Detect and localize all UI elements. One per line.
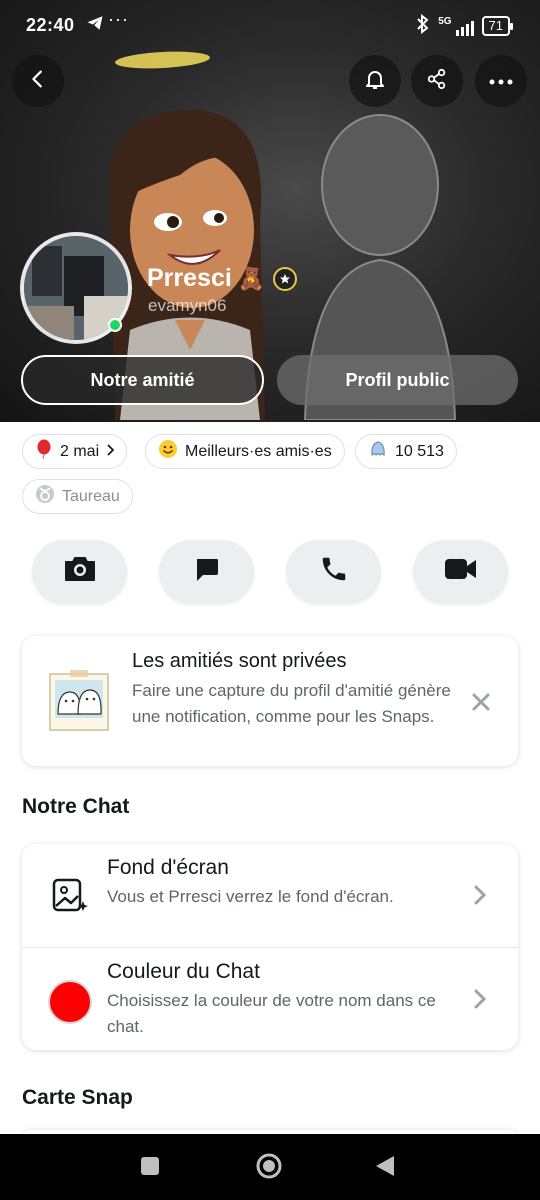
chat-button[interactable] bbox=[159, 540, 254, 603]
chat-bubble-icon bbox=[193, 555, 221, 588]
wallpaper-description: Vous et Prresci verrez le fond d'écran. bbox=[107, 887, 394, 906]
privacy-title: Les amitiés sont privées bbox=[132, 650, 347, 672]
wallpaper-icon bbox=[48, 874, 92, 918]
snap-map-section-title: Carte Snap bbox=[22, 1086, 133, 1109]
chat-color-title: Couleur du Chat bbox=[107, 960, 260, 983]
taurus-icon bbox=[35, 484, 55, 509]
video-call-button[interactable] bbox=[413, 540, 508, 603]
halo-decoration bbox=[114, 49, 211, 71]
chevron-left-icon bbox=[27, 68, 49, 95]
wallpaper-row[interactable]: Fond d'écran Vous et Prresci verrez le f… bbox=[22, 844, 518, 947]
phone-icon bbox=[319, 554, 349, 589]
bluetooth-icon bbox=[416, 13, 430, 37]
notification-more: ··· bbox=[108, 9, 129, 29]
snapscore-chip[interactable]: 10 513 bbox=[355, 434, 457, 469]
home-button[interactable] bbox=[255, 1152, 283, 1185]
chevron-right-icon bbox=[472, 988, 488, 1010]
back-nav-button[interactable] bbox=[374, 1154, 396, 1183]
more-options-button[interactable] bbox=[475, 55, 527, 107]
signal-icon: 5G bbox=[438, 15, 474, 36]
back-button[interactable] bbox=[12, 55, 64, 107]
snapscore-text: 10 513 bbox=[395, 442, 444, 460]
best-friends-text: Meilleurs·es amis·es bbox=[185, 442, 332, 460]
status-bar: 22:40 ··· 5G 71 bbox=[0, 0, 540, 50]
birthday-text: 2 mai bbox=[60, 442, 100, 460]
ellipsis-icon bbox=[489, 72, 513, 90]
chat-color-swatch bbox=[48, 980, 92, 1024]
balloon-icon bbox=[35, 439, 53, 464]
ghost-icon bbox=[368, 439, 388, 464]
best-friends-chip[interactable]: Meilleurs·es amis·es bbox=[145, 434, 345, 469]
privacy-description: Faire une capture du profil d'amitié gén… bbox=[132, 681, 451, 726]
zodiac-text: Taureau bbox=[62, 487, 120, 505]
display-name: Prresci 🧸 bbox=[147, 264, 298, 293]
chat-color-row[interactable]: Couleur du Chat Choisissez la couleur de… bbox=[22, 948, 518, 1051]
telegram-icon bbox=[86, 14, 104, 37]
chat-color-description: Choisissez la couleur de votre nom dans … bbox=[107, 991, 436, 1036]
star-badge-icon[interactable] bbox=[273, 266, 298, 291]
zodiac-chip[interactable]: Taureau bbox=[22, 479, 133, 514]
online-status-dot bbox=[108, 318, 122, 332]
name-emoji: 🧸 bbox=[237, 265, 266, 291]
chevron-right-icon bbox=[106, 443, 115, 461]
share-icon bbox=[426, 68, 448, 95]
video-camera-icon bbox=[443, 557, 479, 586]
camera-button[interactable] bbox=[32, 540, 127, 603]
call-button[interactable] bbox=[286, 540, 381, 603]
chat-settings-card: Fond d'écran Vous et Prresci verrez le f… bbox=[22, 844, 518, 1050]
status-time: 22:40 bbox=[26, 15, 75, 35]
network-type: 5G bbox=[438, 15, 452, 27]
birthday-chip[interactable]: 2 mai bbox=[22, 434, 128, 469]
friendship-button[interactable]: Notre amitié bbox=[21, 355, 264, 405]
status-indicators: 5G 71 bbox=[416, 13, 514, 37]
public-profile-button[interactable]: Profil public bbox=[277, 355, 518, 405]
profile-header: 22:40 ··· 5G 71 Prresci 🧸 evamyn06 Notre… bbox=[0, 0, 540, 422]
friends-photo-illustration bbox=[48, 670, 110, 732]
privacy-info-card: Les amitiés sont privées Faire une captu… bbox=[22, 636, 518, 766]
display-name-text: Prresci bbox=[147, 264, 232, 292]
recent-apps-button[interactable] bbox=[140, 1156, 160, 1181]
username: evamyn06 bbox=[148, 296, 227, 315]
battery-indicator: 71 bbox=[481, 15, 514, 36]
close-icon[interactable] bbox=[470, 691, 492, 713]
system-navigation-bar bbox=[0, 1134, 540, 1200]
bell-icon bbox=[363, 67, 387, 96]
camera-icon bbox=[63, 555, 97, 588]
chevron-right-icon bbox=[472, 884, 488, 906]
chat-section-title: Notre Chat bbox=[22, 795, 130, 818]
wallpaper-title: Fond d'écran bbox=[107, 856, 229, 879]
smile-emoji-icon bbox=[158, 439, 178, 464]
